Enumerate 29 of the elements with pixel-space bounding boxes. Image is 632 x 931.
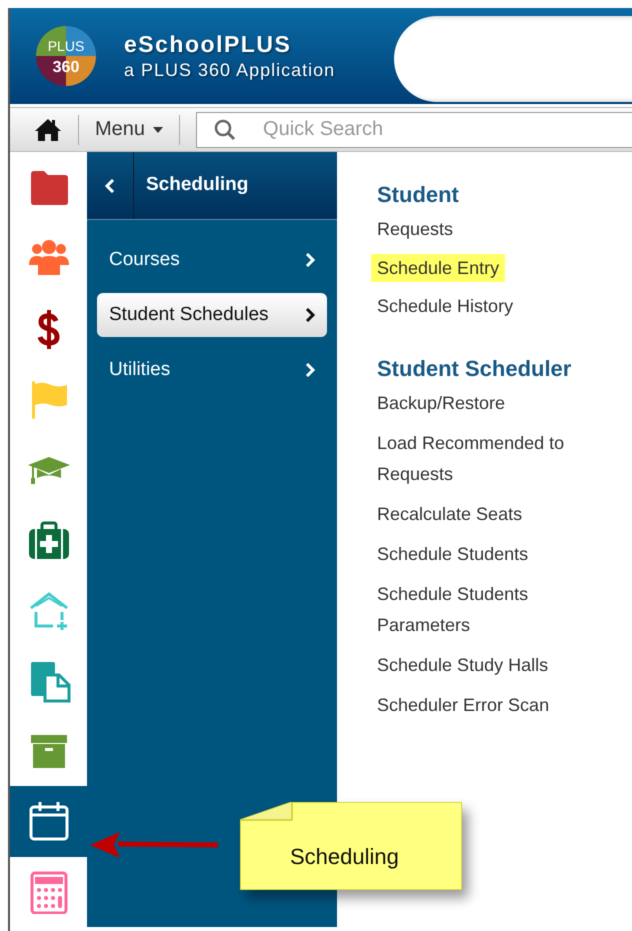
chevron-right-icon bbox=[305, 253, 315, 267]
submenu-item[interactable]: Utilities bbox=[97, 348, 327, 392]
submenu-item[interactable]: Student Schedules bbox=[97, 293, 327, 337]
menu-button[interactable]: Menu bbox=[95, 118, 164, 141]
section-heading: Student bbox=[377, 182, 460, 208]
search-field[interactable]: Quick Search bbox=[196, 112, 632, 148]
caret-icon bbox=[153, 126, 164, 132]
chevron-left-icon bbox=[105, 178, 115, 192]
menu-link[interactable]: Schedule Students bbox=[377, 539, 528, 570]
menu-link[interactable]: Recalculate Seats bbox=[377, 499, 522, 530]
menu-link[interactable]: Backup/Restore bbox=[377, 388, 506, 419]
menu-link[interactable]: Schedule Study Halls bbox=[377, 650, 548, 681]
chevron-right-icon bbox=[305, 363, 315, 377]
home-icon[interactable] bbox=[34, 118, 62, 142]
app-subtitle: a PLUS 360 Application bbox=[124, 60, 336, 81]
submenu-title: Scheduling bbox=[145, 174, 248, 196]
sidebar-item[interactable] bbox=[10, 786, 87, 857]
menu-link[interactable]: Schedule History bbox=[377, 291, 514, 322]
calendar-icon bbox=[26, 799, 70, 844]
menu-link[interactable]: Load Recommended to Requests bbox=[377, 428, 609, 490]
section-heading: Student Scheduler bbox=[377, 356, 572, 382]
chevron-right-icon bbox=[305, 308, 315, 322]
menu-link[interactable]: Schedule Students Parameters bbox=[377, 579, 609, 641]
menu-link[interactable]: Scheduler Error Scan bbox=[377, 690, 550, 721]
app-title: eSchoolPLUS bbox=[124, 31, 292, 58]
menu-link[interactable]: Schedule Entry bbox=[371, 254, 506, 282]
submenu-item[interactable]: Courses bbox=[97, 238, 327, 282]
callout-text: Scheduling bbox=[290, 844, 399, 870]
menu-link[interactable]: Requests bbox=[377, 214, 454, 245]
